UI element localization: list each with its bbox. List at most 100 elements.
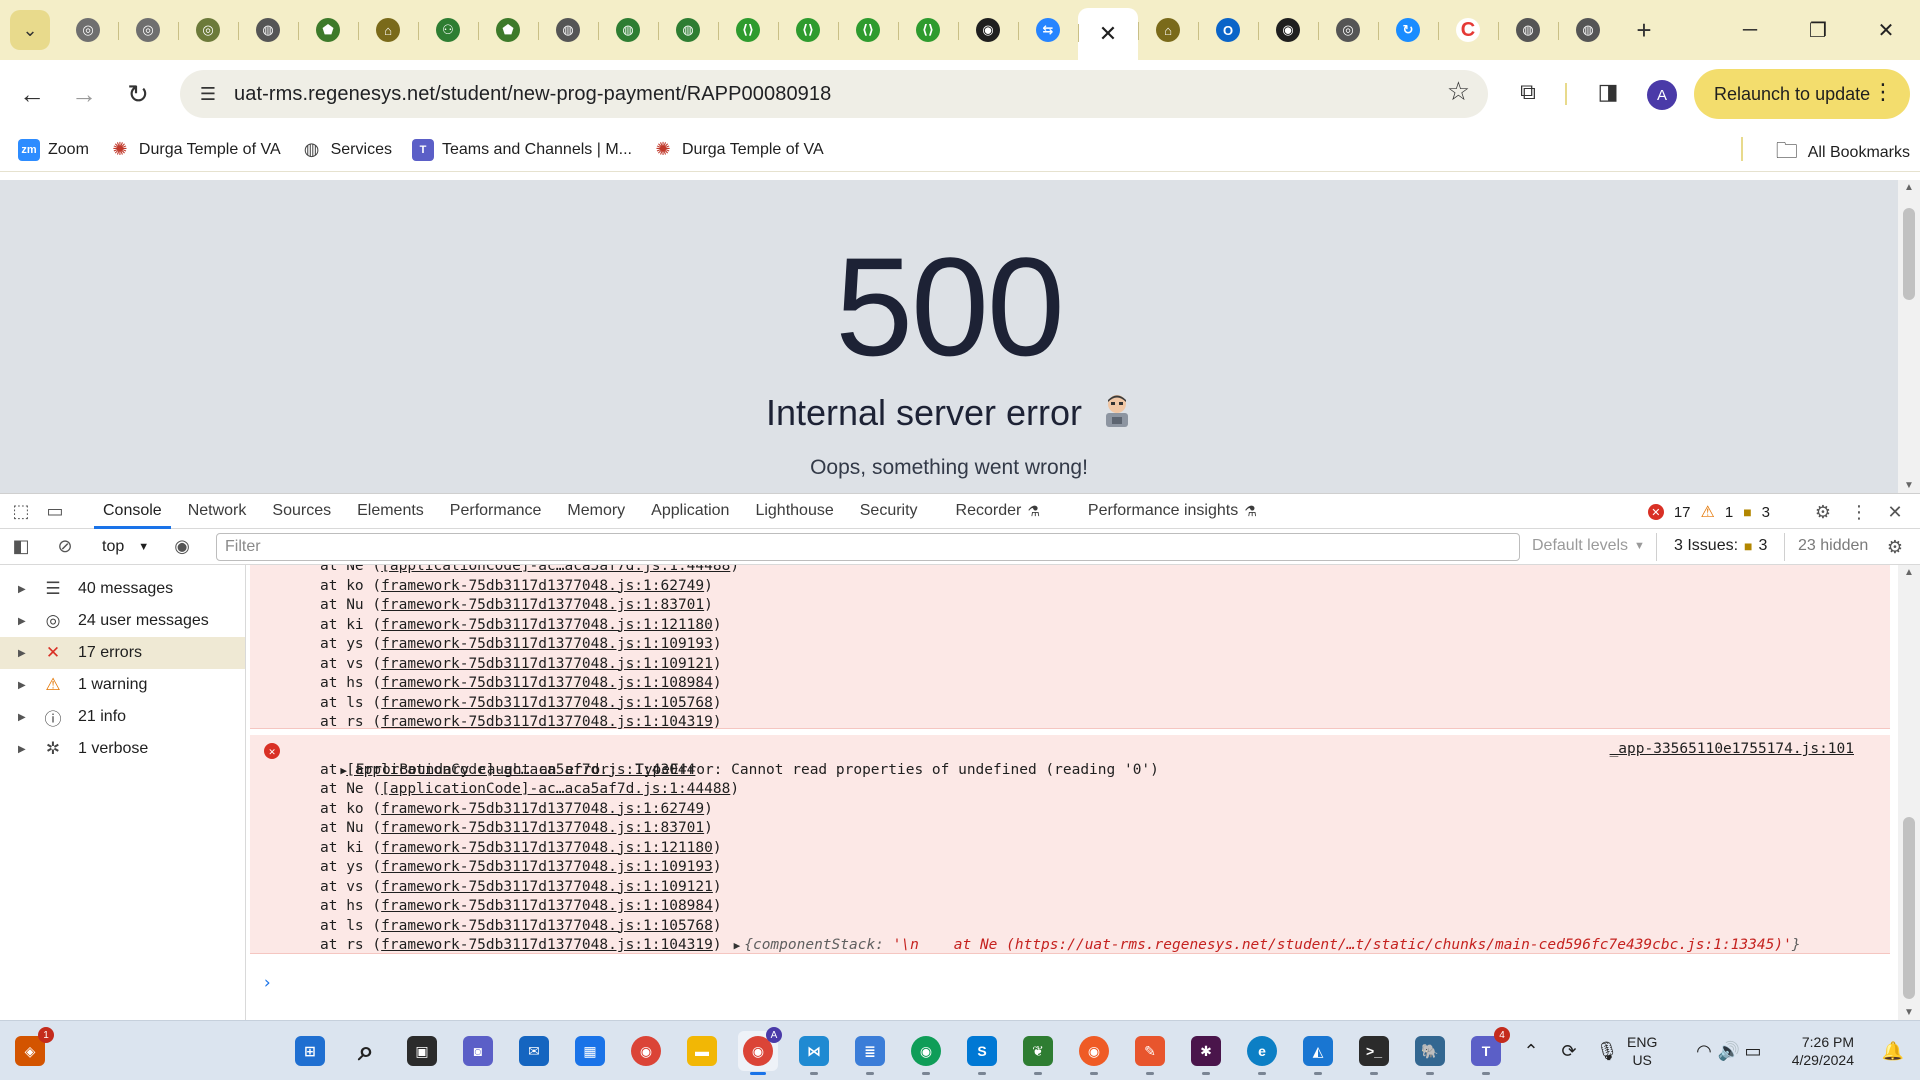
live-expression-eye-icon[interactable]: ◉	[167, 532, 197, 562]
taskbar-app[interactable]: ✉	[514, 1031, 554, 1071]
taskbar-app[interactable]: ◉	[626, 1031, 666, 1071]
devtools-tab[interactable]: Lighthouse	[742, 493, 846, 529]
bookmark-item[interactable]: ◍ Services	[291, 134, 402, 166]
wifi-icon[interactable]: ◠	[1692, 1021, 1716, 1081]
taskbar-app[interactable]: ▬	[682, 1031, 722, 1071]
scroll-up-icon[interactable]: ▲	[1904, 567, 1914, 578]
console-sidebar-item[interactable]: ▶ ☰ 40 messages	[0, 573, 245, 605]
inspect-element-icon[interactable]: ⬚	[6, 496, 36, 526]
browser-tab[interactable]: ◎	[118, 6, 178, 54]
object-preview[interactable]: ▶ {componentStack: '\n at Ne (https://uat…	[734, 937, 1801, 953]
chevron-up-icon[interactable]: ⌃	[1518, 1021, 1544, 1081]
devtools-tab[interactable]: Memory	[554, 493, 638, 529]
bookmark-item[interactable]: T Teams and Channels | M...	[402, 134, 642, 166]
taskbar-app[interactable]: ◙	[458, 1031, 498, 1071]
address-bar[interactable]: ☰ uat-rms.regenesys.net/student/new-prog…	[180, 70, 1488, 118]
devtools-tab[interactable]: Network	[175, 493, 260, 529]
browser-tab[interactable]: ◎	[58, 6, 118, 54]
taskbar-app[interactable]: >_	[1354, 1031, 1394, 1075]
taskbar-app[interactable]: ▦	[570, 1031, 610, 1071]
close-window-button[interactable]: ✕	[1852, 0, 1920, 60]
language-indicator[interactable]: ENG US	[1627, 1033, 1657, 1069]
devtools-tab[interactable]: Performance	[437, 493, 555, 529]
devtools-tab[interactable]: Sources	[259, 493, 344, 529]
stack-frame-link[interactable]: framework-75db3117d1377048.js:1:109193	[381, 636, 713, 652]
browser-tab[interactable]: ◍	[538, 6, 598, 54]
close-icon[interactable]: ✕	[1096, 21, 1120, 46]
back-button[interactable]: ←	[10, 72, 54, 116]
stack-frame-link[interactable]: framework-75db3117d1377048.js:1:109193	[381, 859, 713, 875]
console-scroll-thumb[interactable]	[1903, 817, 1915, 999]
console-scrollbar[interactable]: ▲ ▼	[1898, 565, 1920, 1020]
browser-tab[interactable]: ↻	[1378, 6, 1438, 54]
site-info-button[interactable]: ☰	[188, 74, 228, 114]
stack-frame-link[interactable]: framework-75db3117d1377048.js:1:62749	[381, 578, 704, 594]
browser-tab[interactable]: C	[1438, 6, 1498, 54]
extensions-icon[interactable]: ⧉	[1508, 72, 1548, 112]
console-prompt[interactable]: ›	[262, 973, 272, 993]
bookmark-star-icon[interactable]: ☆	[1447, 76, 1470, 107]
taskbar-app[interactable]: e	[1242, 1031, 1282, 1075]
expand-triangle-icon[interactable]: ▶	[18, 648, 32, 659]
minimize-button[interactable]: ─	[1716, 0, 1784, 60]
log-levels-dropdown[interactable]: Default levels ▼	[1532, 537, 1645, 555]
devtools-tab[interactable]: Security	[847, 493, 931, 529]
stack-frame-link[interactable]: [applicationCode]-ac…aca5af7d.js:1:43044	[346, 762, 695, 778]
reload-button[interactable]: ↻	[116, 72, 160, 116]
taskbar-app[interactable]: ⌕	[346, 1031, 386, 1071]
tab-search-button[interactable]: ⌄	[10, 10, 50, 50]
all-bookmarks-button[interactable]: 🗀 All Bookmarks	[1776, 134, 1910, 172]
stack-frame-link[interactable]: [applicationCode]-ac…aca5af7d.js:1:44488	[381, 781, 730, 797]
expand-triangle-icon[interactable]: ▶	[18, 680, 32, 691]
expand-triangle-icon[interactable]: ▶	[18, 744, 32, 755]
scroll-down-icon[interactable]: ▼	[1904, 480, 1914, 491]
browser-tab[interactable]: ✕	[1078, 8, 1138, 60]
url-text[interactable]: uat-rms.regenesys.net/student/new-prog-p…	[234, 83, 831, 106]
console-sidebar-item[interactable]: ▶ ✕ 17 errors	[0, 637, 245, 669]
taskbar-app[interactable]: ◉ A	[738, 1027, 782, 1075]
expand-triangle-icon[interactable]: ▶	[734, 939, 741, 952]
stack-frame-link[interactable]: [applicationCode]-ac…aca5af7d.js:1:44488	[381, 565, 730, 574]
taskbar-app[interactable]: ⊞	[290, 1031, 330, 1071]
bookmark-item[interactable]: ✺ Durga Temple of VA	[642, 134, 834, 166]
console-sidebar-item[interactable]: ▶ ⚠ 1 warning	[0, 669, 245, 701]
notification-bell-icon[interactable]: 🔔	[1880, 1021, 1906, 1081]
browser-tab[interactable]: ⌂	[358, 6, 418, 54]
error-source-link[interactable]: _app-33565110e1755174.js:101	[1610, 741, 1854, 757]
taskbar-app[interactable]: T4	[1466, 1027, 1510, 1075]
console-sidebar-item[interactable]: ▶ ✲ 1 verbose	[0, 733, 245, 765]
browser-tab[interactable]: ◍	[658, 6, 718, 54]
scroll-up-icon[interactable]: ▲	[1904, 182, 1914, 193]
clear-console-icon[interactable]: ⊘	[50, 532, 80, 562]
taskbar-app[interactable]: ❦	[1018, 1031, 1058, 1075]
settings-gear-icon[interactable]: ⚙	[1808, 497, 1838, 527]
browser-tab[interactable]: ⚇	[418, 6, 478, 54]
page-scroll-thumb[interactable]	[1903, 208, 1915, 300]
browser-tab[interactable]: O	[1198, 6, 1258, 54]
browser-tab[interactable]: ⟨⟩	[718, 6, 778, 54]
restore-button[interactable]: ❐	[1784, 0, 1852, 60]
console-filter-input[interactable]	[216, 533, 1520, 561]
browser-tab[interactable]: ◉	[1258, 6, 1318, 54]
forward-button[interactable]: →	[62, 72, 106, 116]
devtools-tab[interactable]: Recorder ⚗	[943, 493, 1053, 529]
taskbar-app[interactable]: ≣	[850, 1031, 890, 1075]
taskbar-app[interactable]: ◉	[1074, 1031, 1114, 1075]
stack-frame-link[interactable]: framework-75db3117d1377048.js:1:108984	[381, 898, 713, 914]
browser-tab[interactable]: ◍	[1498, 6, 1558, 54]
stack-frame-link[interactable]: framework-75db3117d1377048.js:1:105768	[381, 918, 713, 934]
taskbar-app[interactable]: S	[962, 1031, 1002, 1075]
devtools-more-icon[interactable]: ⋮	[1844, 497, 1874, 527]
battery-icon[interactable]: ▭	[1742, 1021, 1764, 1081]
side-panel-icon[interactable]: ◨	[1588, 72, 1628, 112]
scroll-down-icon[interactable]: ▼	[1904, 1007, 1914, 1018]
more-menu-icon[interactable]: ⋮	[1872, 79, 1894, 105]
console-settings-icon[interactable]: ⚙	[1880, 532, 1910, 562]
device-toolbar-icon[interactable]: ▭	[40, 496, 70, 526]
stack-frame-link[interactable]: framework-75db3117d1377048.js:1:62749	[381, 801, 704, 817]
browser-tab[interactable]: ⟨⟩	[838, 6, 898, 54]
browser-tab[interactable]: ⌂	[1138, 6, 1198, 54]
profile-avatar[interactable]: A	[1647, 80, 1677, 110]
browser-tab[interactable]: ◍	[238, 6, 298, 54]
browser-tab[interactable]: ◍	[598, 6, 658, 54]
